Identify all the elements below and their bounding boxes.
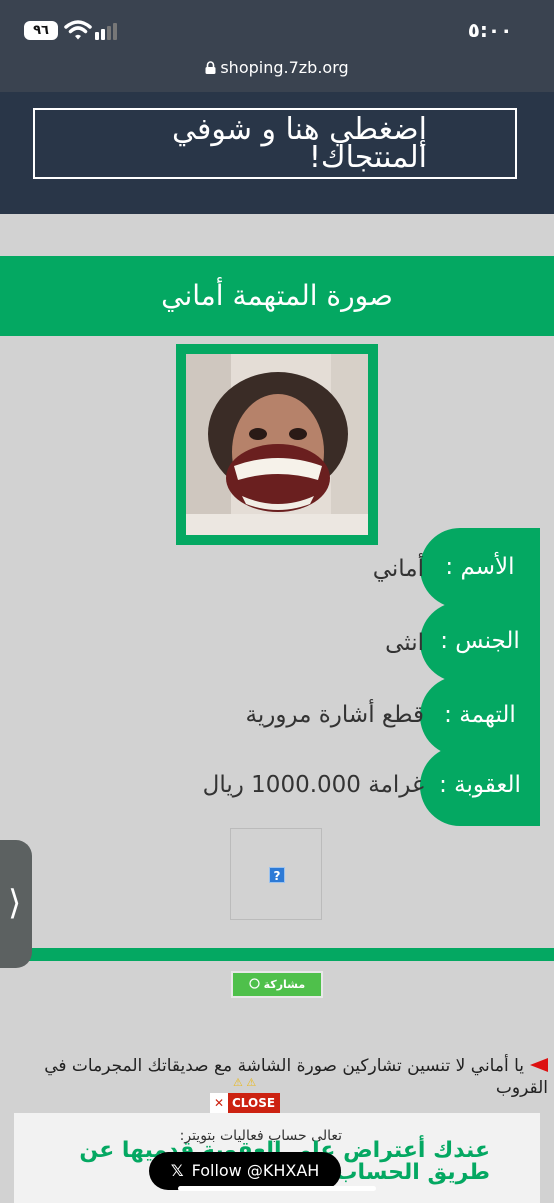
ad-close-button[interactable]: ✕ CLOSE (210, 1093, 280, 1113)
chevron-right-icon: ⟩ (8, 883, 22, 923)
value-penalty: غرامة 1000.000 ريال (202, 772, 424, 798)
url-text: shoping.7zb.org (220, 58, 349, 77)
share-label: مشاركة (263, 978, 306, 991)
battery-icon: ٩٦ (24, 21, 58, 40)
whatsapp-icon (249, 978, 260, 989)
warning-icons: ⚠ ⚠ (233, 1076, 257, 1089)
flag-icon (530, 1058, 548, 1072)
header-banner-link[interactable]: إضغطي هنا و شوفي المنتجاك! (33, 108, 517, 179)
signal-icon (95, 23, 117, 40)
broken-image: ? (230, 828, 322, 920)
status-bar: ٩٦ ٥:٠٠ (0, 0, 554, 60)
page-title: صورة المتهمة أماني (161, 279, 393, 312)
label-charge: التهمة : (420, 676, 540, 756)
follow-label: Follow @KHXAH (191, 1161, 320, 1180)
label-gender: الجنس : (420, 602, 540, 682)
status-time: ٥:٠٠ (467, 18, 513, 42)
label-name: الأسم : (420, 528, 540, 608)
follow-twitter-button[interactable]: 𝕏 Follow @KHXAH (149, 1152, 341, 1190)
suspect-photo-frame (176, 344, 378, 545)
title-band: صورة المتهمة أماني (0, 256, 554, 336)
whatsapp-share-button[interactable]: مشاركة (231, 971, 323, 998)
share-reminder-text: يا أماني لا تنسين تشاركين صورة الشاشة مع… (44, 1056, 548, 1098)
close-icon: ✕ (210, 1093, 228, 1113)
divider (0, 948, 554, 961)
value-charge: قطع أشارة مرورية (245, 702, 424, 728)
close-label: CLOSE (232, 1096, 276, 1110)
lock-icon (205, 61, 216, 74)
home-indicator (178, 1186, 376, 1191)
side-panel-tab[interactable]: ⟩ (0, 840, 32, 968)
url-bar[interactable]: shoping.7zb.org (0, 58, 554, 77)
suspect-photo (186, 354, 368, 535)
wifi-icon (64, 20, 92, 40)
broken-image-icon: ? (269, 867, 285, 883)
browser-top-bar: ٩٦ ٥:٠٠ shoping.7zb.org (0, 0, 554, 92)
label-penalty: العقوبة : (420, 746, 540, 826)
header-banner-text: إضغطي هنا و شوفي المنتجاك! (172, 112, 427, 175)
value-name: أماني (372, 556, 424, 582)
x-logo-icon: 𝕏 (170, 1161, 184, 1180)
value-gender: انثى (385, 630, 424, 656)
